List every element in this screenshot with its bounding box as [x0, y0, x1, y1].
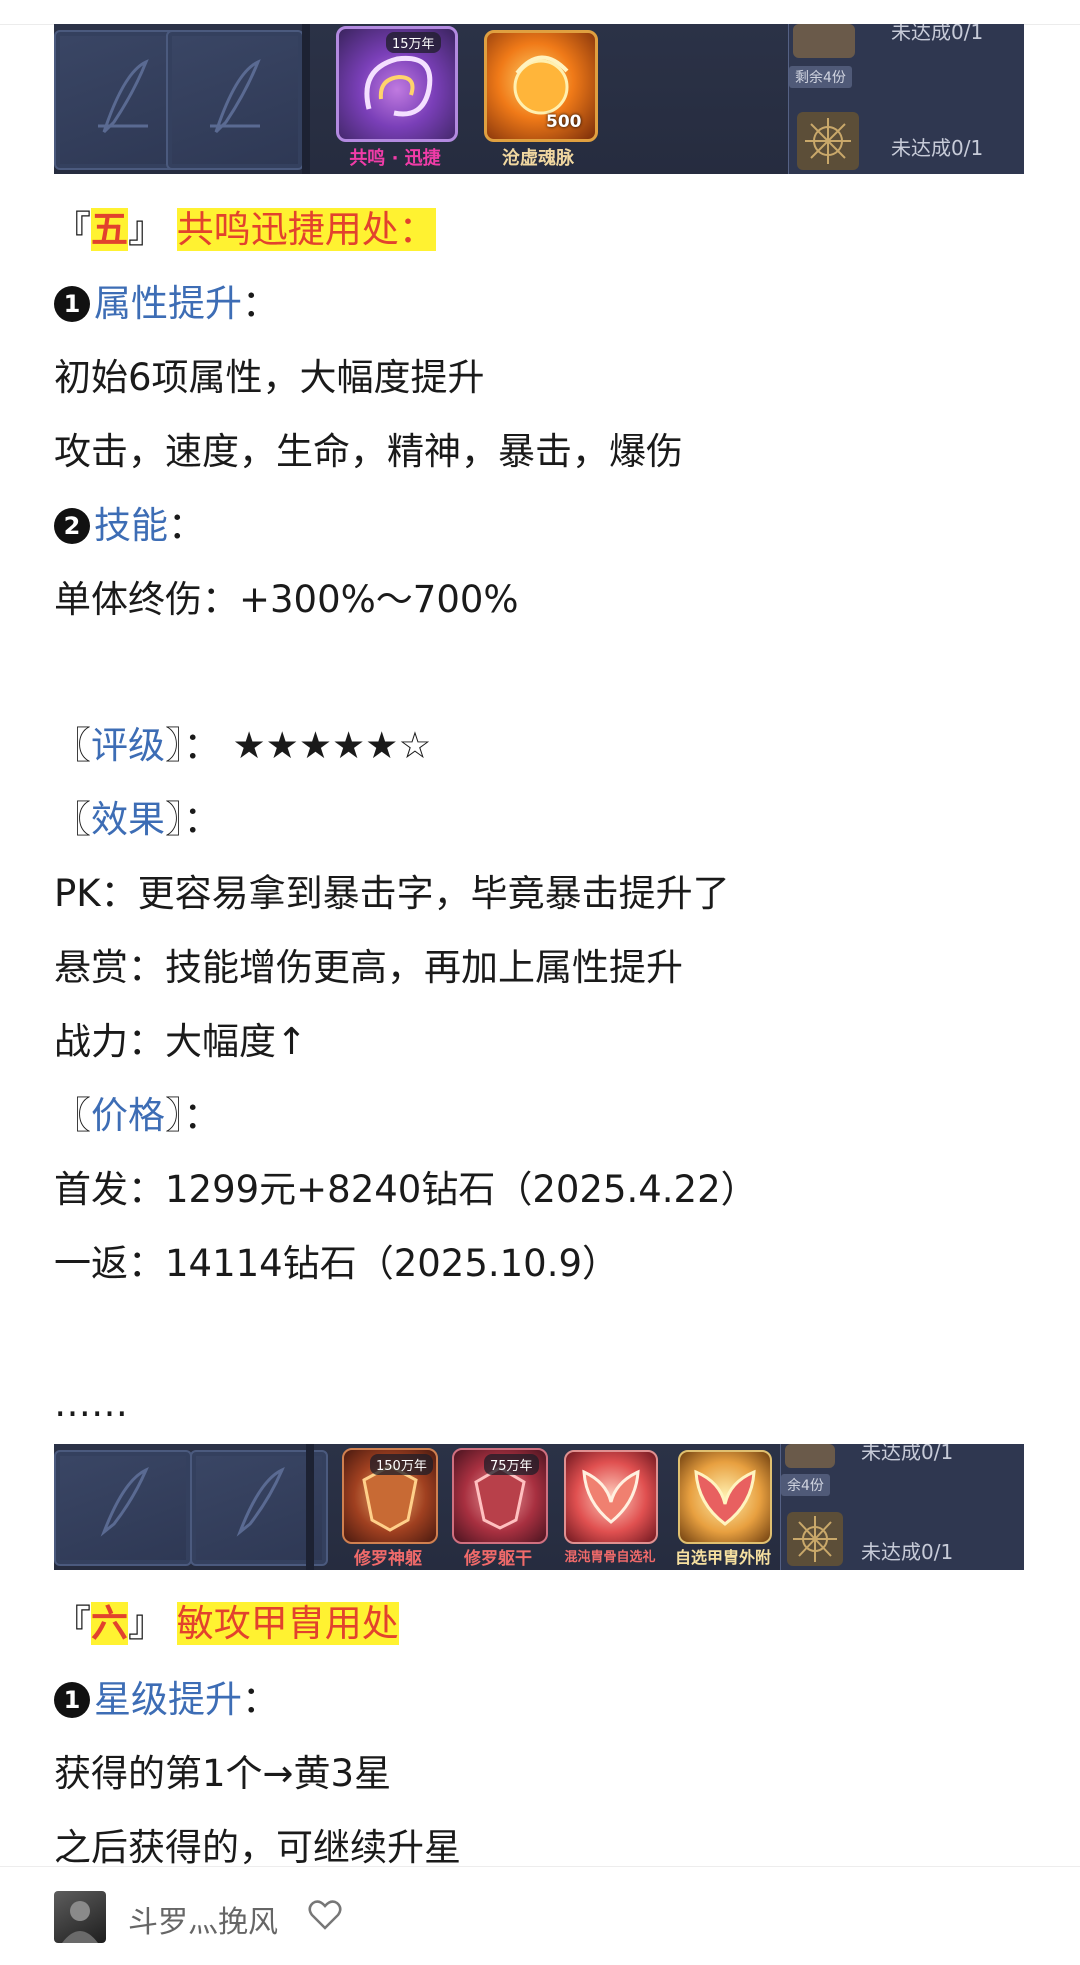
- avatar[interactable]: [54, 1891, 106, 1943]
- rating-stars: ★★★★★☆: [232, 724, 432, 767]
- item-label: 共鸣 · 迅捷: [349, 148, 441, 169]
- item-label: 混沌胄骨自选礼: [564, 1550, 656, 1565]
- section-number: 五: [91, 208, 128, 251]
- topic-link[interactable]: 价格: [91, 1094, 165, 1137]
- bracket-close: 〗：: [165, 798, 221, 841]
- bracket-close: 〗：: [165, 1094, 221, 1137]
- section-title: 共鸣迅捷用处：: [176, 208, 436, 251]
- game-screenshot-banner-1: 15万年 共鸣 · 迅捷 500 沧虚魂脉 未达成0/1 剩余4份 未达成0/1: [54, 24, 1024, 174]
- game-screenshot-banner-2: 150万年 修罗神躯 75万年 修罗躯干 混沌胄骨自选礼 自选甲胄外附 未达成0…: [54, 1444, 1024, 1570]
- task-status: 未达成0/1: [861, 1444, 954, 1464]
- text-line: 战力：大幅度↑: [54, 1020, 308, 1063]
- item-label: 修罗躯干: [464, 1549, 532, 1569]
- ellipsis: ……: [54, 1382, 128, 1425]
- heading-attribute-boost: 1 属性提升：: [54, 280, 279, 328]
- avatar-figure-icon: [62, 1901, 98, 1943]
- colon: ：: [168, 504, 205, 547]
- colon: ：: [242, 282, 279, 325]
- number-badge: 1: [54, 1682, 90, 1718]
- text-line: 之后获得的，可继续升星: [54, 1826, 461, 1869]
- empty-slot: [54, 1450, 192, 1566]
- remaining-label: 余4份: [781, 1474, 830, 1496]
- feather-slot-icon: [210, 59, 261, 134]
- item-chaos-armor-box[interactable]: [564, 1450, 658, 1544]
- remaining-label: 剩余4份: [789, 66, 852, 88]
- task-panel: 未达成0/1 剩余4份 未达成0/1: [788, 24, 1024, 174]
- topic-link[interactable]: 评级: [91, 724, 165, 767]
- text-line: 首发：1299元+8240钻石（2025.4.22）: [54, 1168, 758, 1211]
- spider-web-thumb: [787, 1512, 843, 1566]
- number-badge: 2: [54, 508, 90, 544]
- heading-star-upgrade: 1 星级提升：: [54, 1676, 279, 1724]
- text-line: 单体终伤：+300%～700%: [54, 578, 519, 621]
- feather-slot-icon: [236, 1467, 285, 1537]
- section-6-title: 『六』 敏攻甲胄用处: [54, 1600, 399, 1648]
- topic-link[interactable]: 效果: [91, 798, 165, 841]
- age-badge: 75万年: [484, 1454, 539, 1475]
- bracket-open: 『: [54, 1602, 91, 1645]
- empty-slot: [166, 30, 304, 170]
- section-number: 六: [91, 1602, 128, 1645]
- age-badge: 150万年: [370, 1454, 433, 1475]
- task-thumb: [793, 24, 855, 58]
- spider-web-thumb: [797, 112, 859, 170]
- item-count: 500: [546, 112, 582, 132]
- text-line: 悬赏：技能增伤更高，再加上属性提升: [54, 946, 683, 989]
- age-badge: 15万年: [386, 32, 441, 53]
- text-line: 获得的第1个→黄3星: [54, 1752, 392, 1795]
- task-panel: 未达成0/1 余4份 未达成0/1: [780, 1444, 1024, 1570]
- panel-divider: [306, 1444, 314, 1570]
- price-heading: 〖价格〗：: [54, 1092, 221, 1140]
- heart-icon[interactable]: [308, 1899, 342, 1931]
- task-status: 未达成0/1: [891, 24, 984, 44]
- topic-link[interactable]: 技能: [94, 504, 168, 547]
- topic-link[interactable]: 星级提升: [94, 1678, 242, 1721]
- item-label: 沧虚魂脉: [502, 148, 574, 169]
- bracket-close: 〗：: [165, 724, 221, 767]
- author-footer: 斗罗灬挽风: [0, 1866, 1080, 1965]
- section-5-title: 『五』 共鸣迅捷用处：: [54, 206, 436, 254]
- task-status: 未达成0/1: [891, 136, 984, 160]
- item-optional-armor-attachment[interactable]: [678, 1450, 772, 1544]
- bracket-close: 』: [128, 208, 165, 251]
- author-name[interactable]: 斗罗灬挽风: [128, 1897, 278, 1941]
- bracket-open: 〖: [54, 1094, 91, 1137]
- bracket-close: 』: [128, 1602, 165, 1645]
- feather-slot-icon: [98, 59, 149, 134]
- text-line: 初始6项属性，大幅度提升: [54, 356, 485, 399]
- item-label: 修罗神躯: [354, 1549, 422, 1569]
- text-line: PK：更容易拿到暴击字，毕竟暴击提升了: [54, 872, 730, 915]
- heading-skill: 2 技能：: [54, 502, 205, 550]
- top-edge: [0, 0, 1080, 25]
- bracket-open: 『: [54, 208, 91, 251]
- section-title: 敏攻甲胄用处: [176, 1602, 399, 1645]
- panel-divider: [302, 24, 310, 174]
- web-icon: [805, 118, 851, 164]
- task-thumb: [785, 1444, 835, 1468]
- text-line: 攻击，速度，生命，精神，暴击，爆伤: [54, 430, 683, 473]
- wing-icon: [694, 1469, 756, 1526]
- colon: ：: [242, 1678, 279, 1721]
- bracket-open: 〖: [54, 798, 91, 841]
- number-badge: 1: [54, 286, 90, 322]
- rating-line: 〖评级〗： ★★★★★☆: [54, 722, 432, 770]
- item-label: 自选甲胄外附: [674, 1548, 771, 1567]
- task-status: 未达成0/1: [861, 1540, 954, 1564]
- text-line: 一返：14114钻石（2025.10.9）: [54, 1242, 620, 1285]
- effect-heading: 〖效果〗：: [54, 796, 221, 844]
- web-icon: [793, 1516, 837, 1562]
- bracket-open: 〖: [54, 724, 91, 767]
- wing-icon: [582, 1469, 640, 1524]
- topic-link[interactable]: 属性提升: [94, 282, 242, 325]
- feather-slot-icon: [100, 1467, 149, 1537]
